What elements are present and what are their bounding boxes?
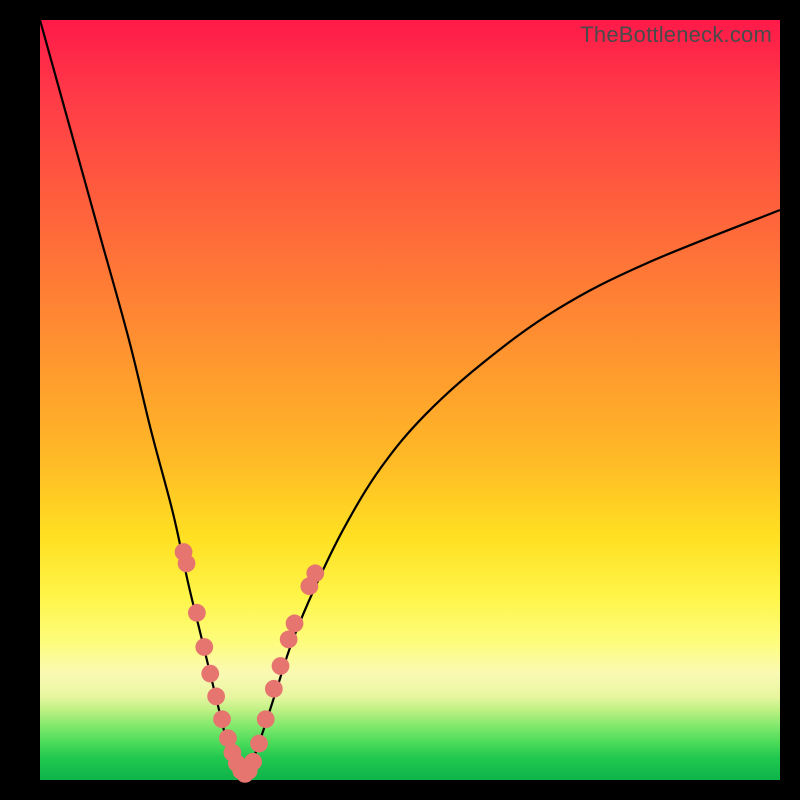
curve-marker [207,688,225,706]
bottleneck-curve [40,20,780,780]
curve-marker [244,753,262,771]
plot-area: TheBottleneck.com [40,20,780,780]
curve-marker [257,710,275,728]
curve-marker [306,564,324,582]
curve-marker [195,638,213,656]
curve-marker [272,657,290,675]
curve-left-branch [40,20,244,776]
curve-marker [178,555,196,573]
curve-right-branch [244,210,781,776]
curve-marker [265,680,283,698]
curve-marker [213,710,231,728]
curve-markers [175,543,324,783]
curve-marker [250,735,268,753]
curve-marker [201,665,219,683]
curve-marker [280,631,298,649]
curve-marker [286,615,304,633]
chart-frame: TheBottleneck.com [0,0,800,800]
curve-marker [188,604,206,622]
